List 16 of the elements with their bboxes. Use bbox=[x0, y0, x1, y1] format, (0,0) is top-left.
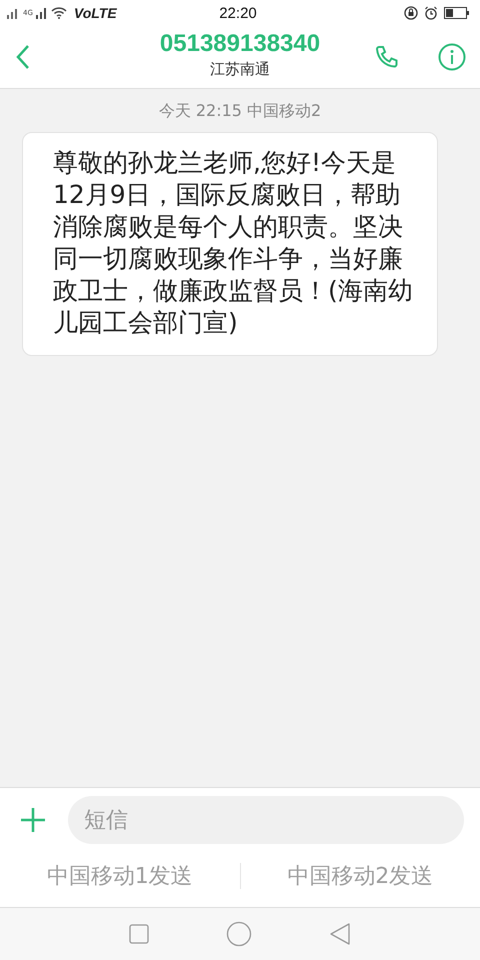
alarm-icon bbox=[424, 6, 438, 20]
signal-icon bbox=[36, 7, 48, 19]
volte-label: VoLTE bbox=[74, 5, 117, 21]
wifi-icon bbox=[50, 7, 67, 19]
battery-icon bbox=[444, 7, 470, 19]
contact-number: 051389138340 bbox=[160, 30, 320, 58]
signal-icon bbox=[6, 7, 20, 19]
home-icon[interactable] bbox=[226, 921, 252, 947]
back-icon[interactable] bbox=[329, 922, 352, 946]
contact-location: 江苏南通 bbox=[210, 60, 270, 79]
clock: 22:20 bbox=[219, 4, 257, 22]
message-text: 尊敬的孙龙兰老师,您好!今天是12月9日，国际反腐败日，帮助消除腐败是每个人的职责。坚决同一切腐败现象作斗争，当好廉政卫士，做廉政监督员！(海南幼儿园工会部门宣) bbox=[53, 147, 414, 339]
rotation-lock-icon bbox=[404, 6, 418, 20]
recent-apps-icon[interactable] bbox=[128, 924, 149, 944]
message-input[interactable]: 短信 bbox=[68, 796, 464, 844]
message-timestamp: 今天 22:15 中国移动2 bbox=[158, 101, 322, 122]
